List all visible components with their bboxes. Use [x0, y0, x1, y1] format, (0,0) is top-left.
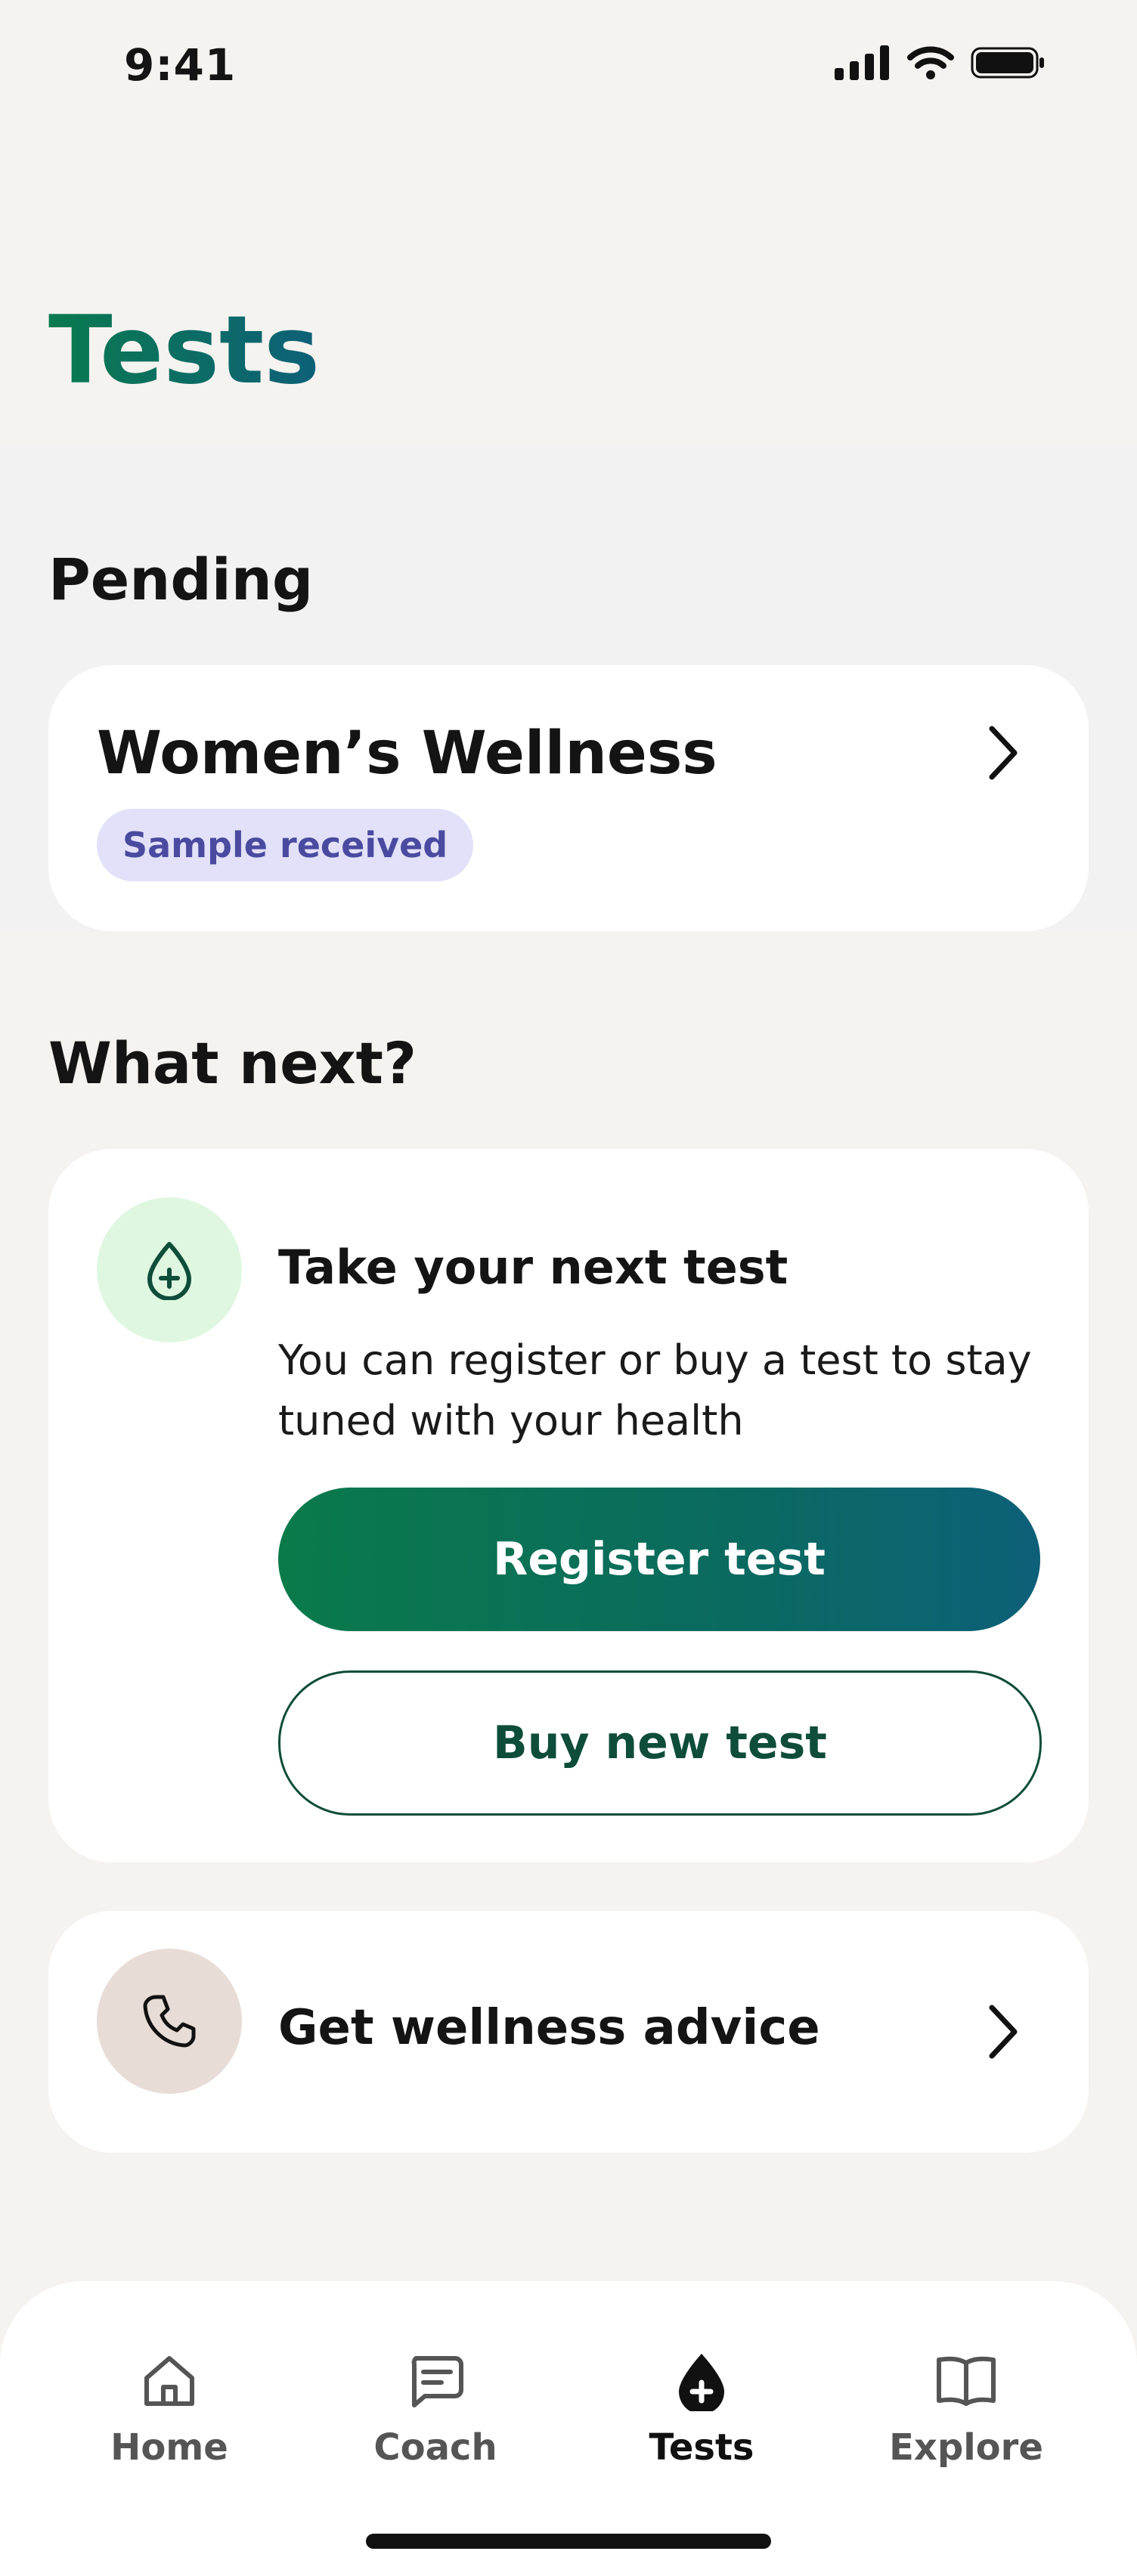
page-title: Tests [48, 296, 321, 405]
bottom-tab-bar: Home Coach Tests Explore [0, 2281, 1137, 2576]
next-test-icon-badge [97, 1197, 242, 1342]
blood-drop-plus-icon [147, 1242, 191, 1300]
wifi-icon [907, 46, 954, 79]
cellular-signal-icon [835, 45, 889, 80]
tab-home-label: Home [110, 2426, 228, 2469]
next-test-title: Take your next test [278, 1240, 788, 1295]
pending-test-card[interactable]: Women’s Wellness Sample received [48, 665, 1089, 931]
next-test-card: Take your next test You can register or … [48, 1149, 1089, 1862]
blood-drop-plus-icon [679, 2354, 724, 2411]
pending-section-title: Pending [48, 546, 314, 613]
wellness-advice-label: Get wellness advice [278, 2000, 820, 2056]
what-next-section-title: What next? [48, 1029, 417, 1097]
tab-home[interactable]: Home [56, 2351, 283, 2469]
tab-explore-label: Explore [889, 2426, 1043, 2469]
pending-test-name: Women’s Wellness [97, 720, 717, 788]
advice-icon-badge [97, 1949, 242, 2094]
home-indicator [366, 2534, 771, 2549]
chat-icon [411, 2356, 463, 2407]
tab-tests[interactable]: Tests [588, 2351, 815, 2469]
battery-icon [971, 47, 1044, 79]
book-icon [937, 2356, 996, 2406]
home-icon [144, 2356, 194, 2406]
phone-icon [143, 1995, 196, 2048]
status-bar: 9:41 [0, 0, 1137, 136]
tab-explore[interactable]: Explore [853, 2351, 1080, 2469]
status-icons [835, 45, 1046, 80]
next-test-description: You can register or buy a test to stay t… [278, 1336, 1032, 1444]
chevron-right-icon [989, 2005, 1018, 2059]
tab-tests-label: Tests [649, 2426, 754, 2469]
wellness-advice-card[interactable]: Get wellness advice [48, 1911, 1089, 2153]
buy-new-test-button[interactable]: Buy new test [278, 1670, 1042, 1816]
register-test-button[interactable]: Register test [278, 1488, 1040, 1631]
status-time: 9:41 [124, 39, 237, 91]
tab-coach[interactable]: Coach [322, 2351, 549, 2469]
tab-coach-label: Coach [373, 2426, 497, 2469]
status-badge: Sample received [97, 809, 474, 881]
chevron-right-icon [989, 726, 1018, 780]
